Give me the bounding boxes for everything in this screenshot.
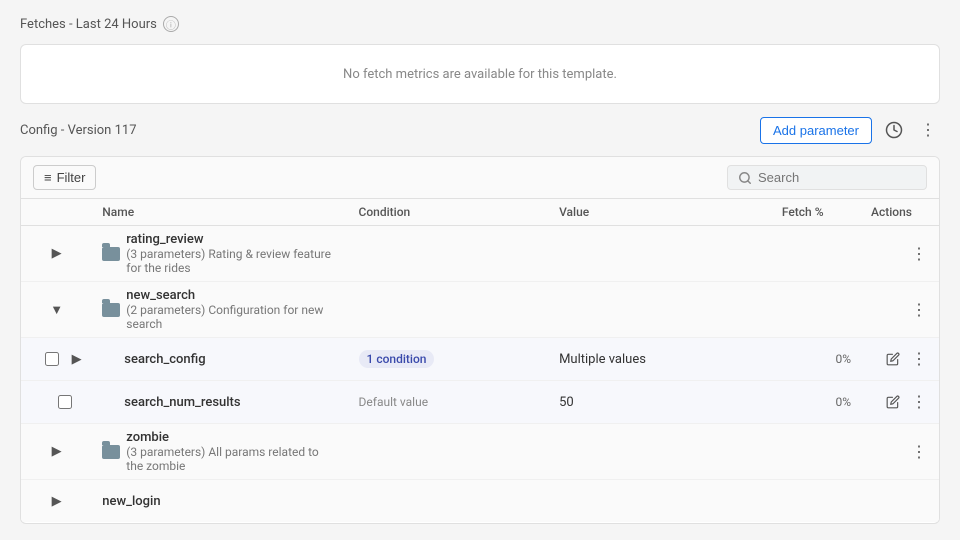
edit-icon: [886, 352, 900, 366]
th-actions: Actions: [861, 199, 939, 226]
row-checkbox[interactable]: [45, 352, 59, 366]
row-more-button[interactable]: ⋮: [907, 242, 931, 266]
th-value: Value: [549, 199, 772, 226]
row-more-button[interactable]: ⋮: [907, 298, 931, 322]
row-more-button[interactable]: ⋮: [907, 347, 931, 371]
table-row: ▼ new_search (2 parameters) Configuratio…: [21, 282, 939, 338]
edit-button[interactable]: [881, 347, 905, 371]
param-name: search_config: [124, 352, 205, 367]
table-row: ▶ search_config 1 condition: [21, 338, 939, 381]
condition-badge: 1 condition: [359, 350, 435, 368]
table-row: ▶ rating_review (3 parameters) Rating & …: [21, 226, 939, 282]
config-more-button[interactable]: ⋮: [916, 118, 940, 142]
history-icon: [885, 121, 903, 139]
fetches-info-icon[interactable]: ⓘ: [163, 16, 179, 32]
folder-icon: [102, 303, 120, 317]
fetches-empty-message: No fetch metrics are available for this …: [343, 67, 617, 82]
group-meta: (3 parameters) Rating & review feature f…: [126, 247, 338, 275]
param-value: Multiple values: [559, 352, 646, 367]
filter-label: Filter: [57, 170, 86, 185]
th-fetch: Fetch %: [772, 199, 861, 226]
group-name: new_search: [126, 288, 338, 303]
table-row: search_num_results Default value 50: [21, 381, 939, 424]
filter-icon: ≡: [44, 170, 52, 185]
params-table-container: ≡ Filter Name Condition Value Fetch % Ac: [20, 156, 940, 524]
filter-bar: ≡ Filter: [21, 157, 939, 199]
fetch-percent: 0%: [782, 395, 851, 409]
fetch-percent: 0%: [782, 352, 851, 366]
table-row: ▶ zombie (3 parameters) All params relat…: [21, 424, 939, 480]
add-parameter-button[interactable]: Add parameter: [760, 117, 872, 144]
history-button[interactable]: [880, 116, 908, 144]
fetches-title: Fetches - Last 24 Hours: [20, 17, 157, 32]
expand-icon-new-search[interactable]: ▼: [49, 302, 65, 318]
config-actions: Add parameter ⋮: [760, 116, 940, 144]
config-title: Config - Version 117: [20, 123, 137, 138]
filter-button[interactable]: ≡ Filter: [33, 165, 96, 190]
edit-icon: [886, 395, 900, 409]
group-name: rating_review: [126, 232, 338, 247]
row-more-button[interactable]: ⋮: [907, 390, 931, 414]
group-meta: (3 parameters) All params related to the…: [126, 445, 338, 473]
row-more-button[interactable]: ⋮: [907, 440, 931, 464]
search-input[interactable]: [758, 170, 916, 185]
params-table: Name Condition Value Fetch % Actions ▶: [21, 199, 939, 522]
edit-button[interactable]: [881, 390, 905, 414]
th-condition: Condition: [349, 199, 550, 226]
folder-icon: [102, 445, 120, 459]
th-name: Name: [92, 199, 348, 226]
expand-icon-rating-review[interactable]: ▶: [49, 246, 65, 262]
fetches-empty-box: No fetch metrics are available for this …: [20, 44, 940, 104]
group-name: zombie: [126, 430, 338, 445]
folder-icon: [102, 247, 120, 261]
table-header-row: Name Condition Value Fetch % Actions: [21, 199, 939, 226]
table-row: ▶ new_login: [21, 480, 939, 523]
search-icon: [738, 171, 752, 185]
expand-icon-zombie[interactable]: ▶: [49, 444, 65, 460]
param-value: 50: [559, 395, 574, 410]
th-expand: [21, 199, 92, 226]
config-bar: Config - Version 117 Add parameter ⋮: [20, 116, 940, 144]
param-name: search_num_results: [124, 395, 240, 410]
expand-icon-search-config[interactable]: ▶: [69, 351, 85, 367]
expand-icon-new-login[interactable]: ▶: [49, 493, 65, 509]
condition-default: Default value: [359, 395, 429, 409]
fetches-header: Fetches - Last 24 Hours ⓘ: [20, 16, 940, 32]
group-name: new_login: [102, 494, 160, 509]
group-meta: (2 parameters) Configuration for new sea…: [126, 303, 338, 331]
search-box: [727, 165, 927, 190]
row-checkbox[interactable]: [58, 395, 72, 409]
